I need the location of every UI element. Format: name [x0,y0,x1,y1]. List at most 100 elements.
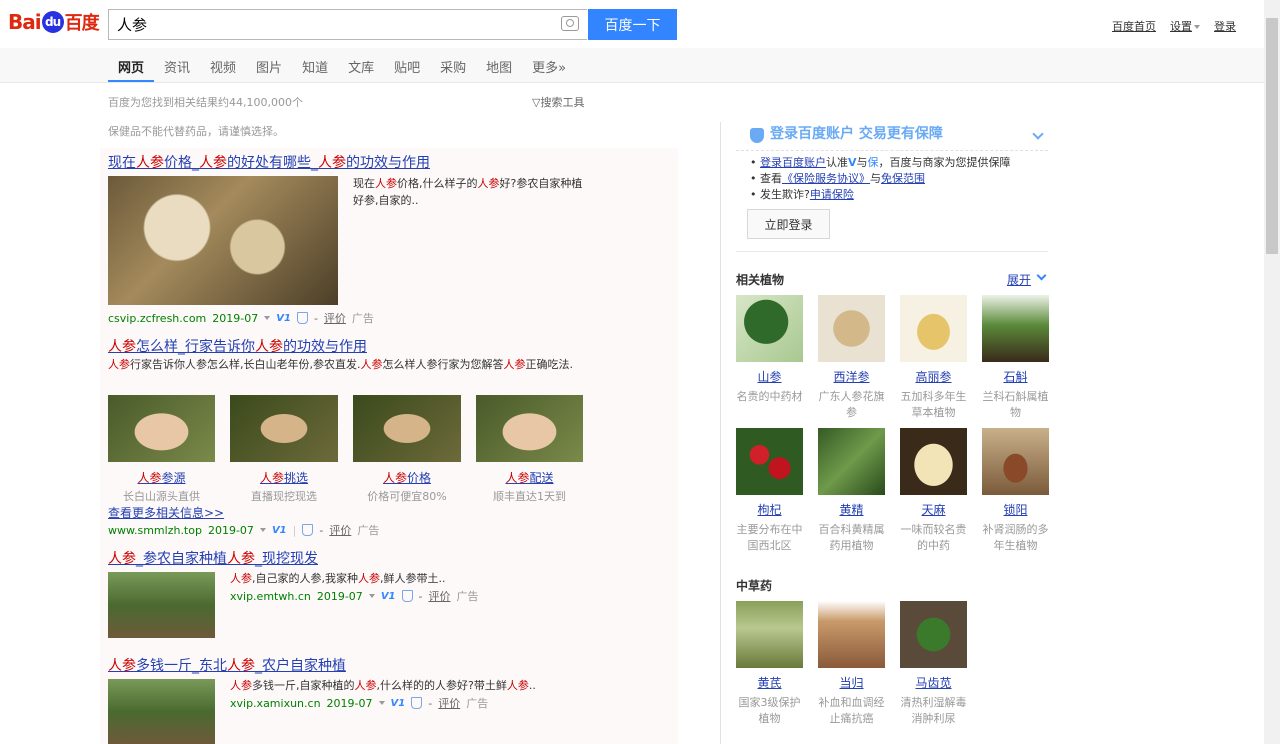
result-1-url[interactable]: csvip.zcfresh.com [108,312,206,325]
plant-name[interactable]: 高丽参 [900,368,967,385]
result-1-ad-label[interactable]: 广告 [352,310,374,326]
search-input[interactable] [117,14,537,34]
scrollbar-thumb[interactable] [1266,18,1278,254]
result-3-ad-label[interactable]: 广告 [457,588,479,604]
insurance-agreement-link[interactable]: 《保险服务协议》 [782,172,870,185]
plant-image[interactable] [736,295,803,362]
tab-web[interactable]: 网页 [108,48,155,82]
result-4-url[interactable]: xvip.xamixun.cn [230,697,321,710]
plant-name[interactable]: 锁阳 [982,501,1049,518]
sublink-3-title[interactable]: 人参价格 [353,469,461,486]
shield-icon[interactable] [296,312,308,324]
plant-card-6[interactable]: 黄精 百合科黄精属药用植物 [818,428,885,554]
chevron-down-icon[interactable] [1036,270,1047,281]
login-link[interactable]: 登录 [1214,18,1236,34]
result-2-review[interactable]: 评价 [329,522,351,538]
tab-caigou[interactable]: 采购 [430,48,476,82]
v1-badge-icon[interactable]: V1 [272,525,287,536]
plant-name[interactable]: 枸杞 [736,501,803,518]
sublink-1-image[interactable] [108,395,215,462]
search-tools[interactable]: ▽搜索工具 [532,94,584,110]
baidu-home-link[interactable]: 百度首页 [1112,18,1156,34]
v1-badge-icon[interactable]: V1 [391,698,406,709]
result-4-image[interactable] [108,679,215,744]
settings-link[interactable]: 设置 [1170,18,1200,34]
shield-icon[interactable] [411,697,423,709]
tab-news[interactable]: 资讯 [154,48,200,82]
scrollbar[interactable] [1264,0,1280,744]
plant-name[interactable]: 西洋参 [818,368,885,385]
result-3-url[interactable]: xvip.emtwh.cn [230,590,311,603]
plant-image[interactable] [900,295,967,362]
herb-name[interactable]: 马齿苋 [900,674,967,691]
herb-name[interactable]: 黄芪 [736,674,803,691]
plant-card-8[interactable]: 锁阳 补肾润肠的多年生植物 [982,428,1049,554]
herb-image[interactable] [900,601,967,668]
tab-more[interactable]: 更多» [522,48,576,82]
result-3-review[interactable]: 评价 [429,588,451,604]
herb-image[interactable] [736,601,803,668]
tab-video[interactable]: 视频 [200,48,246,82]
tab-wenku[interactable]: 文库 [338,48,384,82]
herb-card-2[interactable]: 当归 补血和血调经止痛抗癌 [818,601,885,727]
result-1-review[interactable]: 评价 [324,310,346,326]
dropdown-icon[interactable] [264,316,271,320]
sublink-1-title[interactable]: 人参参源 [108,469,215,486]
result-4-ad-label[interactable]: 广告 [466,695,488,711]
plant-card-3[interactable]: 高丽参 五加科多年生草本植物 [900,295,967,421]
result-2-ad-label[interactable]: 广告 [357,522,379,538]
plant-image[interactable] [818,295,885,362]
plant-image[interactable] [982,428,1049,495]
result-3-image[interactable] [108,572,215,638]
sublink-2-image[interactable] [230,395,338,462]
plant-name[interactable]: 黄精 [818,501,885,518]
login-account-link[interactable]: 登录百度账户 [760,156,826,169]
dropdown-icon[interactable] [259,528,266,532]
shield-icon[interactable] [302,524,314,536]
tab-map[interactable]: 地图 [476,48,522,82]
search-button[interactable]: 百度一下 [588,9,677,40]
sublink-1[interactable]: 人参参源 长白山源头直供 [108,469,215,504]
login-now-button[interactable]: 立即登录 [747,209,830,239]
plant-image[interactable] [982,295,1049,362]
plant-image[interactable] [900,428,967,495]
dropdown-icon[interactable] [368,594,375,598]
plant-image[interactable] [736,428,803,495]
herb-card-1[interactable]: 黄芪 国家3级保护植物 [736,601,803,727]
v1-badge-icon[interactable]: V1 [381,591,396,602]
tab-images[interactable]: 图片 [246,48,292,82]
plant-card-4[interactable]: 石斛 兰科石斛属植物 [982,295,1049,421]
result-3-title[interactable]: 人参_参农自家种植人参_现挖现发 [108,548,678,568]
tab-zhidao[interactable]: 知道 [292,48,338,82]
expand-link[interactable]: 展开 [1007,271,1031,288]
shield-icon[interactable] [401,590,413,602]
exemption-scope-link[interactable]: 免保范围 [881,172,925,185]
plant-image[interactable] [818,428,885,495]
sublink-2-title[interactable]: 人参挑选 [230,469,338,486]
tab-tieba[interactable]: 贴吧 [384,48,430,82]
v1-badge-icon[interactable]: V1 [276,313,291,324]
sublink-4[interactable]: 人参配送 顺丰直达1天到 [476,469,583,504]
plant-name[interactable]: 石斛 [982,368,1049,385]
result-2-url[interactable]: www.smmlzh.top [108,524,202,537]
sublink-4-title[interactable]: 人参配送 [476,469,583,486]
chevron-down-icon[interactable] [1032,128,1044,140]
sublink-2[interactable]: 人参挑选 直播现挖现选 [230,469,338,504]
herb-card-3[interactable]: 马齿苋 清热利湿解毒消肿利尿 [900,601,967,727]
result-4-title[interactable]: 人参多钱一斤_东北人参_农户自家种植 [108,655,678,675]
sublink-4-image[interactable] [476,395,583,462]
login-header[interactable]: 登录百度账户 交易更有保障 [736,122,1048,151]
plant-card-5[interactable]: 枸杞 主要分布在中国西北区 [736,428,803,554]
result-1-title[interactable]: 现在人参价格_人参的好处有哪些_人参的功效与作用 [108,152,678,172]
baidu-logo[interactable]: Bai du 百度 [8,6,100,38]
sublink-3-image[interactable] [353,395,461,462]
result-4-review[interactable]: 评价 [438,695,460,711]
more-info-link[interactable]: 查看更多相关信息>> [108,504,224,521]
apply-insurance-link[interactable]: 申请保险 [810,188,854,201]
plant-card-7[interactable]: 天麻 一味而较名贵的中药 [900,428,967,554]
result-1-image[interactable] [108,176,338,305]
plant-card-1[interactable]: 山参 名贵的中药材 [736,295,803,405]
dropdown-icon[interactable] [378,701,385,705]
plant-name[interactable]: 天麻 [900,501,967,518]
camera-icon[interactable] [561,16,579,31]
